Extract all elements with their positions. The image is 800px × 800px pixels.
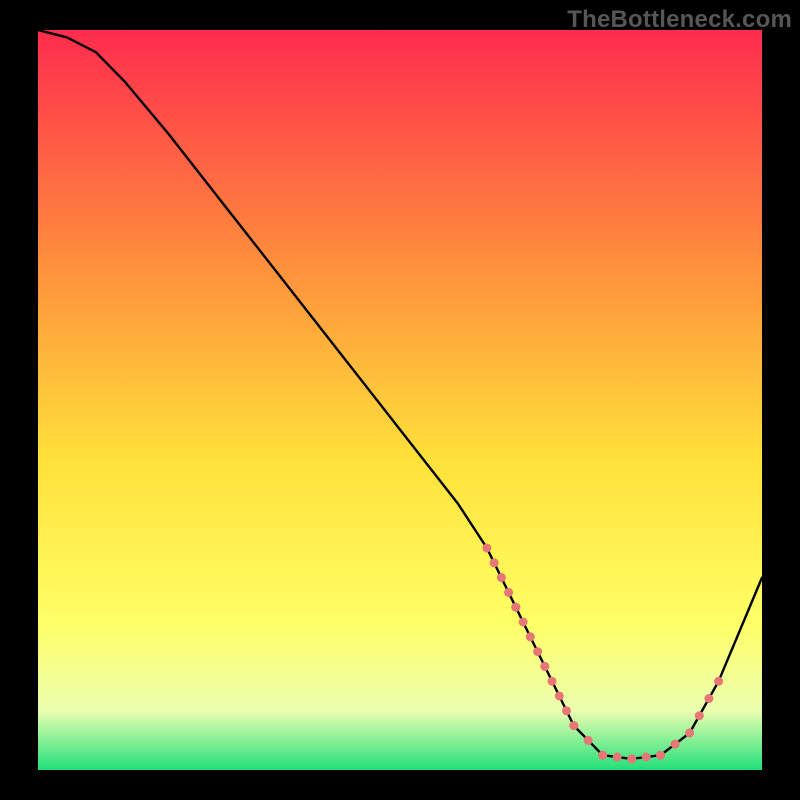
chart-frame: TheBottleneck.com	[0, 0, 800, 800]
plot-area	[38, 30, 762, 770]
chart-svg	[38, 30, 762, 770]
